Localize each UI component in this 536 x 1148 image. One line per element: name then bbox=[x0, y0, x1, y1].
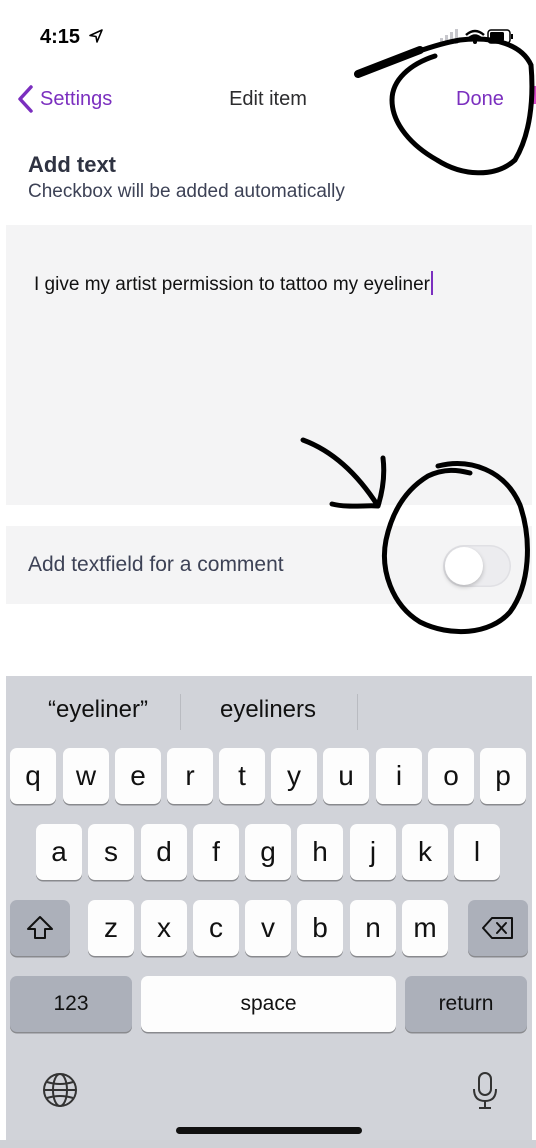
key-w[interactable]: w bbox=[63, 748, 109, 804]
key-h[interactable]: h bbox=[297, 824, 343, 880]
key-s[interactable]: s bbox=[88, 824, 134, 880]
key-z[interactable]: z bbox=[88, 900, 134, 956]
microphone-icon[interactable] bbox=[470, 1070, 500, 1112]
shift-icon bbox=[27, 916, 53, 939]
return-key[interactable]: return bbox=[405, 976, 527, 1032]
key-i[interactable]: i bbox=[376, 748, 422, 804]
shift-key[interactable] bbox=[10, 900, 70, 956]
suggestion-1[interactable]: “eyeliner” bbox=[22, 696, 174, 724]
key-p[interactable]: p bbox=[480, 748, 526, 804]
numbers-key[interactable]: 123 bbox=[10, 976, 132, 1032]
globe-icon[interactable] bbox=[40, 1070, 80, 1110]
key-q[interactable]: q bbox=[10, 748, 56, 804]
key-r[interactable]: r bbox=[167, 748, 213, 804]
key-e[interactable]: e bbox=[115, 748, 161, 804]
key-l[interactable]: l bbox=[454, 824, 500, 880]
backspace-key[interactable] bbox=[468, 900, 528, 956]
key-v[interactable]: v bbox=[245, 900, 291, 956]
key-x[interactable]: x bbox=[141, 900, 187, 956]
key-o[interactable]: o bbox=[428, 748, 474, 804]
home-indicator bbox=[176, 1127, 362, 1134]
suggestion-2[interactable]: eyeliners bbox=[184, 696, 352, 724]
key-b[interactable]: b bbox=[297, 900, 343, 956]
suggestion-divider bbox=[180, 694, 181, 730]
key-k[interactable]: k bbox=[402, 824, 448, 880]
key-t[interactable]: t bbox=[219, 748, 265, 804]
key-g[interactable]: g bbox=[245, 824, 291, 880]
key-d[interactable]: d bbox=[141, 824, 187, 880]
key-a[interactable]: a bbox=[36, 824, 82, 880]
key-j[interactable]: j bbox=[350, 824, 396, 880]
space-key[interactable]: space bbox=[141, 976, 396, 1032]
key-m[interactable]: m bbox=[402, 900, 448, 956]
key-y[interactable]: y bbox=[271, 748, 317, 804]
annotation-circle-done bbox=[355, 36, 535, 176]
annotation-circle-toggle bbox=[382, 461, 530, 635]
bottom-strip bbox=[0, 1140, 536, 1148]
key-u[interactable]: u bbox=[323, 748, 369, 804]
key-n[interactable]: n bbox=[350, 900, 396, 956]
suggestion-divider bbox=[357, 694, 358, 730]
key-c[interactable]: c bbox=[193, 900, 239, 956]
backspace-icon bbox=[482, 917, 513, 939]
key-f[interactable]: f bbox=[193, 824, 239, 880]
annotation-arrow bbox=[300, 437, 387, 509]
